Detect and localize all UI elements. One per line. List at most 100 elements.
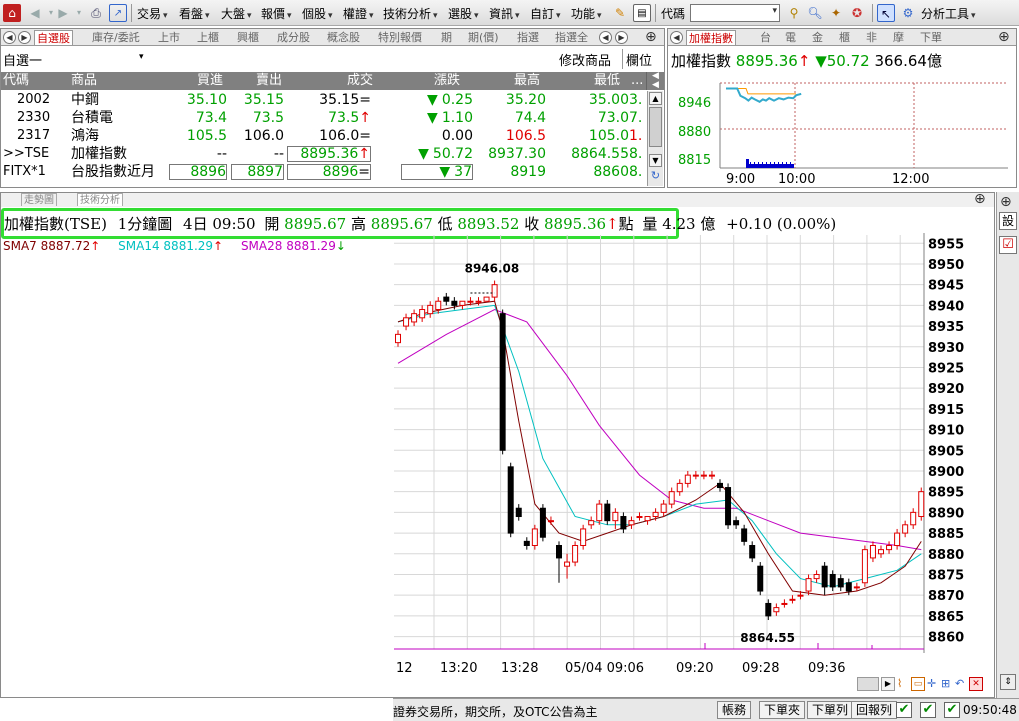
checkbox-icon[interactable]: ☑	[999, 236, 1017, 254]
account-button[interactable]: 帳務	[717, 701, 752, 719]
chart-tool-icon[interactable]: ✦	[827, 4, 845, 22]
tab-scroll-left-icon[interactable]: ◀	[599, 31, 612, 44]
tab-inventory[interactable]: 庫存/委託	[90, 30, 142, 45]
analysis-tools-icon[interactable]: ⚙	[899, 4, 917, 22]
candle-mode-icon[interactable]: ▭	[911, 677, 925, 691]
menu-technical[interactable]: 技術分析 ▾	[383, 5, 438, 22]
mini-tab-prev-icon[interactable]: ◀	[670, 31, 683, 44]
forward-dropdown-icon[interactable]: ▾	[70, 4, 88, 22]
col-change[interactable]: 漲跌	[434, 72, 460, 90]
tab-next-icon[interactable]: ▶	[18, 31, 31, 44]
delete-drawing-icon[interactable]: ✕	[969, 677, 983, 691]
undo-icon[interactable]: ↶	[955, 677, 964, 690]
tab-futures[interactable]: 期	[439, 30, 454, 45]
menu-stocks[interactable]: 個股 ▾	[302, 5, 333, 22]
order-folder-button[interactable]: 下單夾	[759, 701, 806, 719]
tab-finance[interactable]: 金	[810, 30, 825, 45]
table-row[interactable]: 2002 中鋼 35.10 35.15 35.15= ▼ 0.25 35.20 35.00 3.	[1, 91, 646, 109]
menu-trade[interactable]: 交易 ▾	[137, 5, 168, 22]
settings-button[interactable]: 設	[999, 212, 1017, 230]
cursor-icon[interactable]: ↖	[877, 4, 895, 22]
menu-function[interactable]: 功能 ▾	[571, 5, 602, 22]
menu-market[interactable]: 大盤 ▾	[221, 5, 252, 22]
tab-index-options-all[interactable]: 指選全	[553, 30, 590, 45]
col-code[interactable]: 代碼	[3, 72, 29, 90]
refresh-icon[interactable]: ↻	[649, 170, 662, 183]
cell-last-value: 73.5	[328, 110, 360, 126]
tab-taiex[interactable]: 加權指數	[686, 30, 736, 45]
tab-trend-chart[interactable]: 走勢圖	[21, 193, 57, 206]
zoom-in-icon[interactable]: ⊕	[974, 191, 986, 207]
col-name[interactable]: 商品	[71, 72, 97, 90]
col-bid[interactable]: 買進	[197, 72, 223, 90]
resize-icon[interactable]: ⇕	[1000, 674, 1016, 690]
tab-msci[interactable]: 摩	[891, 30, 906, 45]
menu-warrants[interactable]: 權證 ▾	[343, 5, 374, 22]
chart-type-icon[interactable]: ⌇	[897, 677, 902, 690]
notepad-icon[interactable]: ▤	[633, 4, 651, 22]
crosshair-icon[interactable]: ✛	[927, 677, 936, 690]
external-window-icon[interactable]: ↗	[109, 4, 127, 22]
report-bar-button[interactable]: 回報列	[851, 701, 898, 719]
watchlist-scrollbar[interactable]: ▲ ▼ ↻	[647, 91, 663, 186]
modify-items-button[interactable]: 修改商品	[559, 50, 611, 69]
tab-emerging[interactable]: 興櫃	[235, 30, 261, 45]
zoom-in-icon[interactable]: ⊕	[998, 29, 1010, 45]
tab-technical-analysis[interactable]: 技術分析	[77, 193, 123, 206]
tab-futures-price[interactable]: 期(價)	[466, 30, 501, 45]
menu-custom[interactable]: 自訂 ▾	[530, 5, 561, 22]
tab-listed[interactable]: 上市	[156, 30, 182, 45]
tab-prev-icon[interactable]: ◀	[3, 31, 16, 44]
col-ask[interactable]: 賣出	[256, 72, 282, 90]
table-row[interactable]: >>TSE 加權指數 -- -- 8895.36↑ ▼ 50.72 8937.30 8864.5…	[1, 145, 646, 163]
tab-concept[interactable]: 概念股	[325, 30, 362, 45]
tab-non-finance[interactable]: 非	[864, 30, 879, 45]
search-icon[interactable]: 🔍︎	[806, 4, 824, 22]
binoculars-icon[interactable]: ⚲	[785, 4, 803, 22]
scroll-down-icon[interactable]: ▼	[649, 154, 662, 167]
alert-icon[interactable]: ✪	[848, 4, 866, 22]
col-high[interactable]: 最高	[514, 72, 540, 90]
scroll-up-icon[interactable]: ▲	[649, 92, 662, 105]
group-selector[interactable]: 自選一 ▾	[3, 50, 153, 69]
pen-icon[interactable]: ✎	[611, 4, 629, 22]
candlestick-chart[interactable]: 8955 8950 8945 8940 8935 8930 8925 8920 8915 8910…	[394, 233, 994, 699]
zoom-in-icon[interactable]: ⊕	[1000, 194, 1012, 210]
tab-scroll-right-icon[interactable]: ▶	[615, 31, 628, 44]
table-row[interactable]: FITX*1 台股指數近月 8896 8897 8896= ▼ 37 8919 8860 8.	[1, 163, 646, 181]
tab-tai[interactable]: 台	[758, 30, 773, 45]
tab-index-options[interactable]: 指選	[515, 30, 541, 45]
zoom-in-icon[interactable]: ⊕	[645, 29, 657, 45]
grid-icon[interactable]: ⊞	[941, 677, 950, 690]
table-row[interactable]: 2317 鴻海 105.5 106.0 106.0= 0.00 106.5 105.0 1.	[1, 127, 646, 145]
tab-otc[interactable]: 上櫃	[195, 30, 221, 45]
menu-info[interactable]: 資訊 ▾	[489, 5, 520, 22]
col-more[interactable]: ...	[631, 72, 643, 90]
chart-scroll-thumb[interactable]	[857, 677, 879, 691]
status-check-icon[interactable]: ✔	[944, 702, 960, 718]
col-low[interactable]: 最低	[594, 72, 620, 90]
up-arrow-icon: ↑	[358, 146, 370, 162]
menu-analysis-tools[interactable]: 分析工具 ▾	[921, 5, 976, 22]
columns-button[interactable]: 欄位	[626, 50, 652, 69]
menu-screener[interactable]: 選股 ▾	[448, 5, 479, 22]
menu-watch[interactable]: 看盤 ▾	[179, 5, 210, 22]
order-bar-button[interactable]: 下單列	[807, 701, 854, 719]
status-check-icon[interactable]: ✔	[896, 702, 912, 718]
menu-quotes[interactable]: 報價 ▾	[261, 5, 292, 22]
status-check-icon[interactable]: ✔	[920, 702, 936, 718]
table-row[interactable]: 2330 台積電 73.4 73.5 73.5↑ ▼ 1.10 74.4 73.0 7.	[1, 109, 646, 127]
tab-special-quotes[interactable]: 特別報價	[376, 30, 424, 45]
tab-order[interactable]: 下單	[918, 30, 944, 45]
chart-scroll-right-icon[interactable]: ▶	[881, 677, 895, 691]
home-icon[interactable]: ⌂	[3, 4, 21, 22]
col-last[interactable]: 成交	[347, 72, 373, 90]
column-scroll-icon[interactable]: ◀ ◀	[646, 72, 664, 90]
tab-otc-index[interactable]: 櫃	[837, 30, 852, 45]
tab-watchlist[interactable]: 自選股	[34, 30, 73, 45]
print-icon[interactable]: ⎙	[87, 4, 105, 22]
code-input[interactable]: ▾	[690, 4, 780, 22]
scroll-thumb[interactable]	[649, 107, 662, 147]
tab-electronics[interactable]: 電	[783, 30, 798, 45]
tab-components[interactable]: 成分股	[275, 30, 312, 45]
